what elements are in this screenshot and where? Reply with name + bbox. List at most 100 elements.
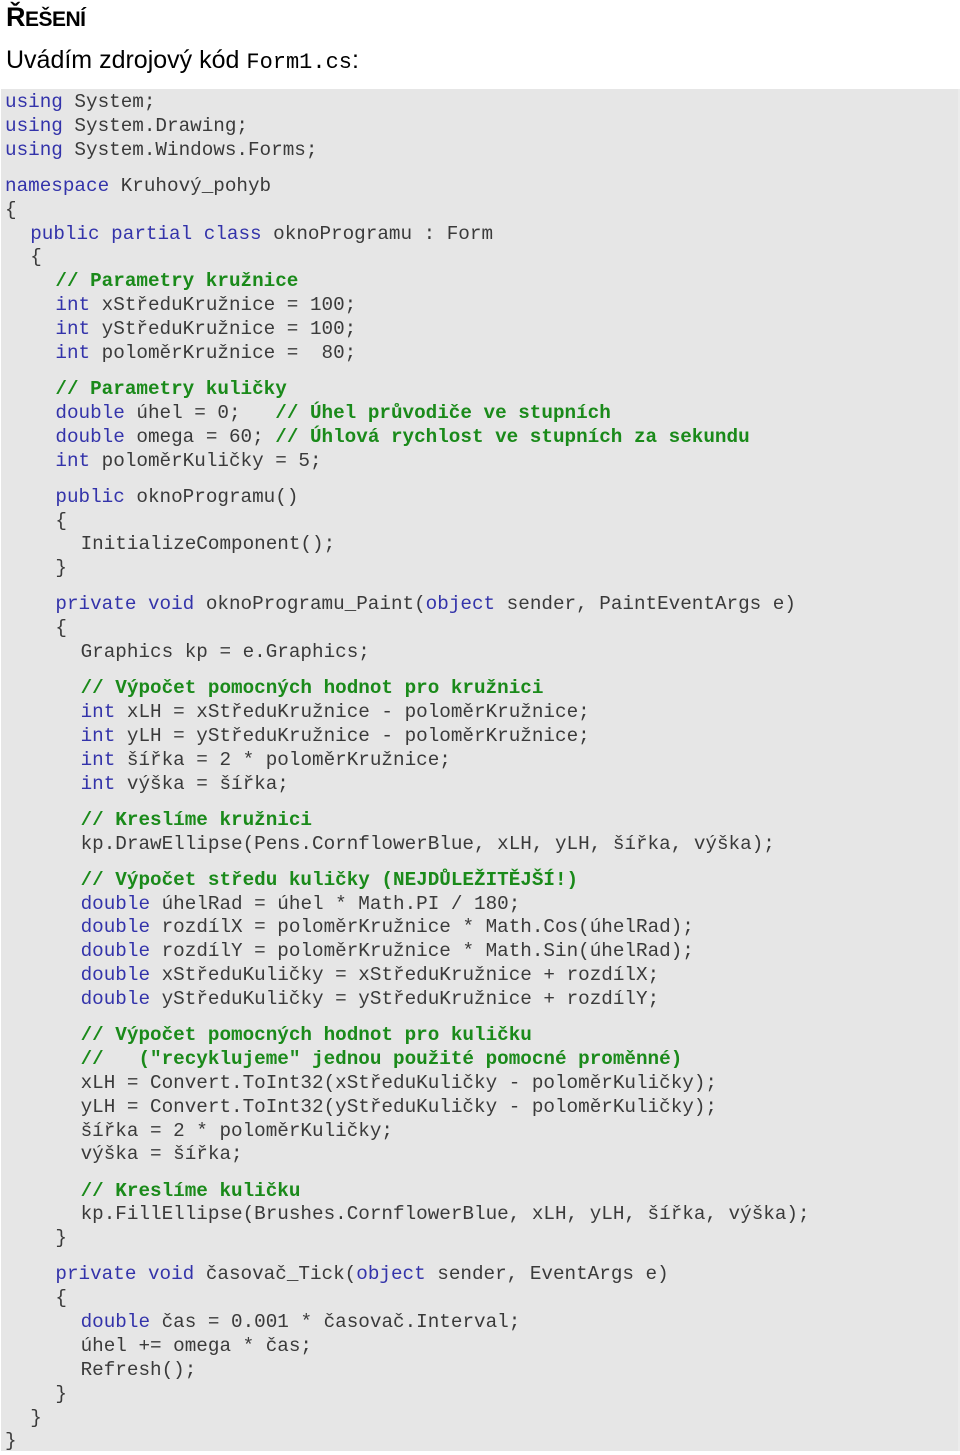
code-line: úhel += omega * čas; [81, 1334, 312, 1358]
code-line: int výška = šířka; [81, 772, 289, 796]
code-line: int šířka = 2 * poloměrKružnice; [81, 748, 451, 772]
code-line: using System.Windows.Forms; [5, 138, 317, 162]
code-line: { [55, 616, 67, 640]
code-comment: // Úhel průvodiče ve stupních [275, 401, 611, 424]
code-keyword: int [55, 449, 91, 472]
code-line: // Parametry kružnice [55, 269, 298, 293]
code-text: šířka = 2 * poloměrKuličky; [80, 1119, 394, 1142]
code-line: { [55, 509, 67, 533]
code-line: namespace Kruhový_pohyb [5, 174, 271, 198]
code-keyword: public partial class [30, 222, 262, 245]
code-keyword: private void [55, 1263, 195, 1286]
code-text: xStředuKružnice = 100; [90, 294, 357, 317]
code-comment: // Výpočet pomocných hodnot pro kružnici [80, 677, 544, 700]
code-keyword: double [55, 425, 125, 448]
code-keyword: public [55, 485, 125, 508]
code-text: časovač_Tick( [194, 1263, 357, 1286]
code-text: Refresh(); [80, 1358, 197, 1381]
code-text: rozdílY = poloměrKružnice * Math.Sin(úhe… [150, 940, 694, 963]
code-text: { [55, 1287, 67, 1310]
code-line: using System.Drawing; [5, 114, 248, 138]
code-text: poloměrKuličky = 5; [90, 449, 322, 472]
code-text: { [55, 617, 67, 640]
code-comment: // Kreslíme kružnici [80, 808, 313, 831]
code-comment: // Parametry kružnice [55, 270, 299, 293]
code-line: double čas = 0.001 * časovač.Interval; [81, 1310, 521, 1334]
intro-filename: Form1.cs [246, 50, 352, 75]
code-keyword: int [80, 701, 116, 724]
code-line: } [55, 1226, 67, 1250]
code-text: výška = šířka; [80, 1143, 243, 1166]
code-text: kp.DrawEllipse(Pens.CornflowerBlue, xLH,… [80, 832, 775, 855]
code-line: int xStředuKružnice = 100; [55, 293, 356, 317]
code-text: InitializeComponent(); [80, 533, 336, 556]
code-text: xLH = Convert.ToInt32(xStředuKuličky - p… [80, 1071, 717, 1094]
code-line: // Kreslíme kuličku [81, 1179, 301, 1203]
code-line: { [5, 198, 17, 222]
section-heading: ŘEŠENÍ [6, 2, 86, 33]
code-text: { [55, 509, 67, 532]
code-line: double yStředuKuličky = yStředuKružnice … [81, 987, 660, 1011]
code-text: { [30, 246, 42, 269]
code-line: public partial class oknoProgramu : Form [30, 222, 493, 246]
code-text: omega = 60; [124, 425, 276, 448]
code-line: // Kreslíme kružnici [81, 808, 312, 832]
code-line: public oknoProgramu() [55, 485, 298, 509]
code-keyword: double [80, 988, 151, 1010]
code-text: } [5, 1430, 17, 1453]
code-line: kp.DrawEllipse(Pens.CornflowerBlue, xLH,… [81, 832, 775, 856]
code-line: // Výpočet pomocných hodnot pro kružnici [81, 676, 544, 700]
intro-suffix: : [352, 46, 359, 74]
code-line: int yLH = yStředuKružnice - poloměrKružn… [81, 724, 590, 748]
code-keyword: int [80, 724, 116, 747]
code-text: System.Drawing; [62, 114, 248, 137]
code-line: kp.FillEllipse(Brushes.CornflowerBlue, x… [81, 1202, 810, 1226]
code-comment: // Parametry kuličky [55, 377, 287, 400]
code-keyword: using [5, 91, 63, 113]
code-text: Graphics kp = e.Graphics; [80, 641, 370, 664]
code-comment: // Výpočet pomocných hodnot pro kuličku [80, 1024, 532, 1047]
code-line: // Parametry kuličky [55, 377, 286, 401]
code-text: Kruhový_pohyb [109, 174, 272, 197]
code-text: oknoProgramu : Form [261, 222, 494, 245]
code-comment: // Výpočet středu kuličky (NEJDŮLEŽITĚJŠ… [80, 868, 579, 891]
code-text: úhel = 0; [124, 401, 276, 424]
code-text: } [55, 1227, 67, 1250]
code-line: double omega = 60; // Úhlová rychlost ve… [55, 425, 749, 449]
code-text: sender, EventArgs e) [425, 1263, 669, 1286]
code-text: xLH = xStředuKružnice - poloměrKružnice; [115, 701, 590, 724]
code-line: int yStředuKružnice = 100; [55, 317, 356, 341]
code-line: { [55, 1286, 67, 1310]
code-keyword: double [80, 1311, 151, 1334]
code-text: yStředuKružnice = 100; [90, 317, 357, 340]
code-line: Refresh(); [81, 1358, 197, 1382]
code-line: private void časovač_Tick(object sender,… [55, 1262, 668, 1286]
code-block: using System; using System.Drawing; using … [1, 89, 960, 1453]
intro-text: Uvádím zdrojový kód [6, 46, 247, 74]
code-keyword: int [55, 294, 91, 317]
code-keyword: namespace [5, 174, 110, 197]
code-line: výška = šířka; [81, 1142, 243, 1166]
code-text: } [30, 1406, 42, 1429]
code-text: oknoProgramu() [124, 485, 299, 508]
code-text: System.Windows.Forms; [62, 138, 318, 161]
code-line: // ("recyklujeme" jednou použité pomocné… [81, 1047, 683, 1071]
code-text: šířka = 2 * poloměrKružnice; [115, 748, 451, 771]
code-line: } [30, 1406, 42, 1430]
code-line: double rozdílY = poloměrKružnice * Math.… [81, 939, 694, 963]
code-text: sender, PaintEventArgs e) [495, 593, 796, 616]
code-keyword: int [55, 341, 91, 364]
heading-first-letter: Ř [6, 2, 26, 32]
code-text: oknoProgramu_Paint( [194, 593, 426, 616]
code-text: poloměrKružnice = 80; [90, 341, 357, 364]
code-line: double úhelRad = úhel * Math.PI / 180; [81, 892, 521, 916]
code-line: double xStředuKuličky = xStředuKružnice … [81, 963, 660, 987]
code-text: System; [62, 91, 156, 113]
code-comment: // Úhlová rychlost ve stupních za sekund… [275, 425, 750, 448]
code-line: using System; [5, 90, 155, 114]
code-keyword: using [5, 138, 63, 161]
code-line: { [30, 245, 42, 269]
code-line: } [55, 556, 67, 580]
code-line: double rozdílX = poloměrKružnice * Math.… [81, 915, 694, 939]
code-line: int xLH = xStředuKružnice - poloměrKružn… [81, 700, 590, 724]
